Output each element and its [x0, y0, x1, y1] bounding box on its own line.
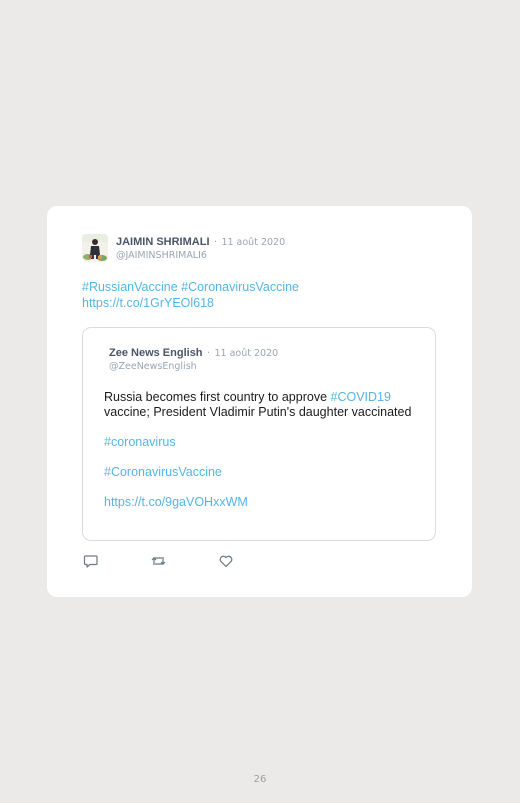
heart-icon[interactable]: [218, 553, 234, 569]
tweet-author: JAIMIN SHRIMALI · 11 août 2020 @JAIMINSH…: [116, 234, 285, 263]
tweet-hashtags[interactable]: #RussianVaccine #CoronavirusVaccine: [82, 279, 299, 295]
reply-icon[interactable]: [83, 553, 99, 569]
quoted-link-coronavirus[interactable]: #coronavirus: [104, 435, 424, 450]
author-handle[interactable]: @JAIMINSHRIMALI6: [116, 249, 285, 263]
retweet-icon[interactable]: [150, 553, 166, 569]
tweet-text: #RussianVaccine #CoronavirusVaccine http…: [82, 279, 299, 311]
quoted-author-name[interactable]: Zee News English: [109, 347, 203, 359]
quoted-author: Zee News English · 11 août 2020 @ZeeNews…: [109, 345, 278, 374]
quoted-tweet[interactable]: Zee News English · 11 août 2020 @ZeeNews…: [82, 327, 436, 541]
tweet-card: JAIMIN SHRIMALI · 11 août 2020 @JAIMINSH…: [47, 206, 472, 597]
quoted-hashtag[interactable]: #COVID19: [331, 390, 391, 404]
quoted-text-end: vaccine; President Vladimir Putin's daug…: [104, 405, 412, 419]
quoted-text-start: Russia becomes first country to approve: [104, 390, 331, 404]
quoted-date[interactable]: 11 août 2020: [214, 348, 278, 359]
quoted-headline: Russia becomes first country to approve …: [104, 390, 424, 420]
quoted-link-vaccine[interactable]: #CoronavirusVaccine: [104, 465, 424, 480]
page-number: 26: [253, 774, 267, 785]
tweet-link[interactable]: https://t.co/1GrYEOl618: [82, 295, 299, 311]
tweet-date[interactable]: 11 août 2020: [221, 237, 285, 248]
avatar-image: [82, 234, 108, 262]
avatar[interactable]: [82, 234, 108, 262]
author-name[interactable]: JAIMIN SHRIMALI: [116, 236, 210, 248]
meta-separator: ·: [213, 237, 217, 248]
quoted-link-url[interactable]: https://t.co/9gaVOHxxWM: [104, 495, 424, 510]
quoted-handle[interactable]: @ZeeNewsEnglish: [109, 360, 278, 374]
quoted-text: Russia becomes first country to approve …: [104, 390, 424, 510]
quoted-meta-separator: ·: [206, 348, 211, 359]
